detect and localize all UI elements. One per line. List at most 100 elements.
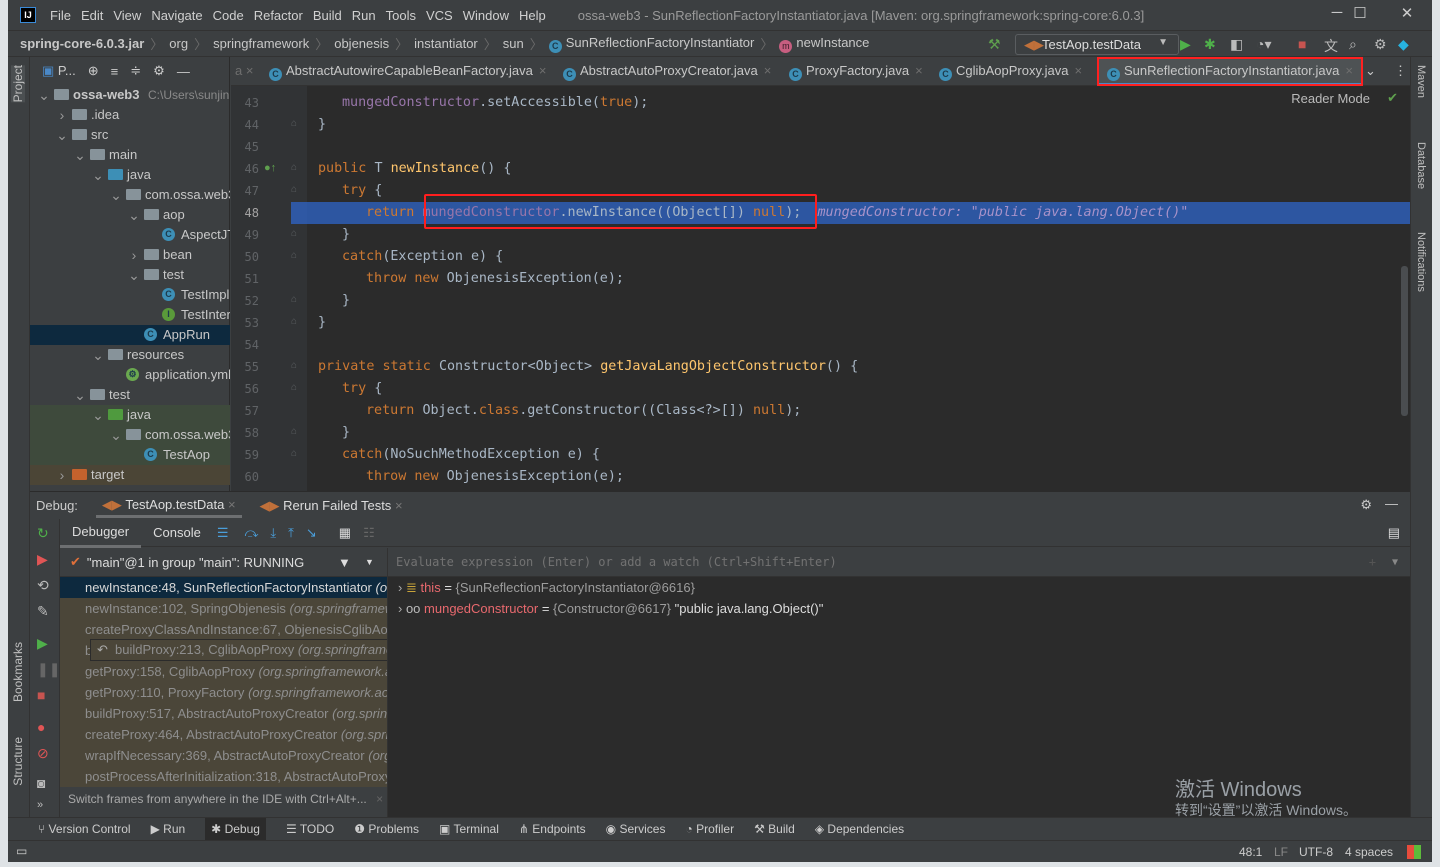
drop-frame-icon[interactable]: ↶ — [97, 640, 108, 660]
locate-icon[interactable]: ⊕ — [88, 63, 99, 79]
breadcrumb-item[interactable]: m newInstance — [779, 35, 869, 53]
gear-icon[interactable]: ⚙ — [1360, 497, 1372, 513]
stack-frame[interactable]: wrapIfNecessary:369, AbstractAutoProxyCr… — [60, 745, 387, 766]
gear-icon[interactable]: ⚙ — [153, 63, 165, 79]
menu-tools[interactable]: Tools — [386, 8, 416, 23]
tool-window-run[interactable]: ▶ Run — [151, 822, 186, 836]
chevron-right-icon[interactable]: › — [398, 580, 406, 595]
variable-row[interactable]: › ≣ this = {SunReflectionFactoryInstanti… — [388, 577, 1410, 598]
step-out-icon[interactable]: ⤒ — [288, 525, 294, 541]
debug-tab-testaop[interactable]: ◀▶ TestAop.testData × — [95, 493, 242, 518]
add-watch-icon[interactable]: + — [1369, 548, 1376, 577]
database-tool-button[interactable]: Database — [1415, 142, 1427, 189]
code-editor[interactable]: 43 44 45 46 47 48 49 50 51 52 53 54 55 56 57 58 59 60 ⌂ ⌂ ⌂ ⌂… — [231, 86, 1410, 491]
tree-item[interactable]: › bean — [30, 245, 230, 265]
breadcrumb-item[interactable]: org — [169, 36, 188, 51]
menu-edit[interactable]: Edit — [81, 8, 103, 23]
menu-vcs[interactable]: VCS — [426, 8, 453, 23]
indent-setting[interactable]: 4 spaces — [1345, 845, 1393, 859]
toggle-tool-windows-icon[interactable]: ▭ — [16, 844, 27, 858]
menu-help[interactable]: Help — [519, 8, 546, 23]
structure-tool-button[interactable]: Structure — [11, 737, 25, 786]
close-icon[interactable]: × — [1345, 63, 1353, 78]
fold-marker-icon[interactable]: ⌂ — [291, 184, 297, 195]
tree-item[interactable]: › target — [30, 465, 230, 485]
evaluate-expression-input[interactable]: Evaluate expression (Enter) or add a wat… — [388, 548, 1410, 577]
editor-scrollbar[interactable] — [1401, 266, 1408, 416]
chevron-down-icon[interactable]: ⌄ — [92, 405, 104, 425]
tree-item[interactable]: C AppRun — [30, 325, 230, 345]
chevron-down-icon[interactable]: ⌄ — [92, 165, 104, 185]
chevron-right-icon[interactable]: › — [56, 105, 68, 125]
chevron-down-icon[interactable]: ⌄ — [74, 145, 86, 165]
fold-marker-icon[interactable]: ⌂ — [291, 250, 297, 261]
run-configuration-select[interactable]: ◀▶ TestAop.testData ▼ — [1015, 34, 1179, 55]
chevron-down-icon[interactable]: ⌄ — [128, 265, 140, 285]
notifications-tool-button[interactable]: Notifications — [1415, 232, 1427, 292]
tree-item[interactable]: ⚙ application.yml — [30, 365, 230, 385]
tree-item[interactable]: › .idea — [30, 105, 230, 125]
restore-layout-icon[interactable]: ▤ — [1388, 525, 1400, 541]
maximize-button[interactable]: ☐ — [1337, 4, 1383, 22]
chevron-down-icon[interactable]: ⌄ — [92, 345, 104, 365]
chevron-down-icon[interactable]: ⌄ — [128, 205, 140, 225]
tab-overflow-close-icon[interactable]: a × — [235, 57, 253, 86]
tabs-dropdown-icon[interactable]: ⌄ — [1365, 57, 1376, 86]
chevron-down-icon[interactable]: ▼ — [365, 557, 374, 567]
thread-selector[interactable]: ✔ "main"@1 in group "main": RUNNING ▼ ▼ — [60, 548, 387, 577]
coverage-icon[interactable]: ◧ — [1230, 36, 1243, 53]
fold-marker-icon[interactable]: ⌂ — [291, 228, 297, 239]
stack-frame[interactable]: getProxy:158, CglibAopProxy (org.springf… — [60, 661, 387, 682]
editor-tab[interactable]: C AbstractAutoProxyCreator.java × — [563, 57, 771, 86]
stop-icon[interactable]: ■ — [1298, 36, 1306, 52]
run-to-cursor-icon[interactable]: ↘ — [306, 525, 317, 541]
breadcrumb-item[interactable]: C SunReflectionFactoryInstantiator — [548, 35, 754, 53]
resume-icon[interactable]: ▶ — [37, 635, 48, 652]
tree-item[interactable]: ⌄ main — [30, 145, 230, 165]
project-view-selector[interactable]: ▣ P... — [42, 63, 76, 79]
menu-build[interactable]: Build — [313, 8, 342, 23]
editor-tab[interactable]: C AbstractAutowireCapableBeanFactory.java… — [269, 57, 546, 86]
tree-item[interactable]: ⌄ src — [30, 125, 230, 145]
breadcrumb-item[interactable]: springframework — [213, 36, 309, 51]
tool-window-problems[interactable]: ❶ Problems — [354, 822, 419, 836]
fold-marker-icon[interactable]: ⌂ — [291, 448, 297, 459]
chevron-down-icon[interactable]: ⌄ — [110, 185, 122, 205]
implements-method-icon[interactable]: ●↑ — [264, 162, 276, 174]
collapse-all-icon[interactable]: ≑ — [130, 63, 141, 79]
close-icon[interactable]: × — [395, 498, 403, 513]
fold-marker-icon[interactable]: ⌂ — [291, 162, 297, 173]
editor-tab[interactable]: C CglibAopProxy.java × — [939, 57, 1082, 86]
tree-item[interactable]: ⌄ ossa-web3 C:\Users\sunjin — [30, 85, 230, 105]
tool-window-version-control[interactable]: ⑂ Version Control — [38, 822, 131, 836]
chevron-down-icon[interactable]: ▼ — [1392, 548, 1398, 577]
tree-item[interactable]: C AspectJTest — [30, 225, 230, 245]
fold-marker-icon[interactable]: ⌂ — [291, 360, 297, 371]
tree-item[interactable]: ⌄ aop — [30, 205, 230, 225]
tree-item[interactable]: ⌄ resources — [30, 345, 230, 365]
tree-item[interactable]: C TestAop — [30, 445, 230, 465]
tool-window-todo[interactable]: ☰ TODO — [286, 822, 334, 836]
stack-frame[interactable]: buildProxy:517, AbstractAutoProxyCreator… — [60, 703, 387, 724]
mute-breakpoints-icon[interactable]: ⊘ — [37, 745, 49, 762]
stop-icon[interactable]: ■ — [37, 687, 45, 703]
camera-icon[interactable]: ◙ — [37, 775, 45, 791]
chevron-down-icon[interactable]: ⌄ — [110, 425, 122, 445]
breadcrumb-item[interactable]: objenesis — [334, 36, 389, 51]
run-icon[interactable]: ▶ — [1180, 36, 1191, 53]
tree-item[interactable]: ⌄ java — [30, 405, 230, 425]
maven-tool-button[interactable]: Maven — [1415, 65, 1427, 98]
project-tool-button[interactable]: Project — [11, 65, 25, 103]
step-over-icon[interactable]: ⤼ — [244, 525, 258, 541]
menu-run[interactable]: Run — [352, 8, 376, 23]
fold-marker-icon[interactable]: ⌂ — [291, 316, 297, 327]
file-encoding[interactable]: UTF-8 — [1299, 845, 1333, 859]
tool-window-terminal[interactable]: ▣ Terminal — [439, 822, 499, 836]
expand-all-icon[interactable]: ≡ — [111, 64, 119, 79]
tool-window-dependencies[interactable]: ◈ Dependencies — [815, 822, 904, 836]
build-hammer-icon[interactable]: ⚒ — [988, 36, 1001, 53]
tree-item[interactable]: ⌄ java — [30, 165, 230, 185]
fold-marker-icon[interactable]: ⌂ — [291, 426, 297, 437]
caret-position[interactable]: 48:1 — [1239, 845, 1262, 859]
tab-debugger[interactable]: Debugger — [60, 518, 142, 548]
